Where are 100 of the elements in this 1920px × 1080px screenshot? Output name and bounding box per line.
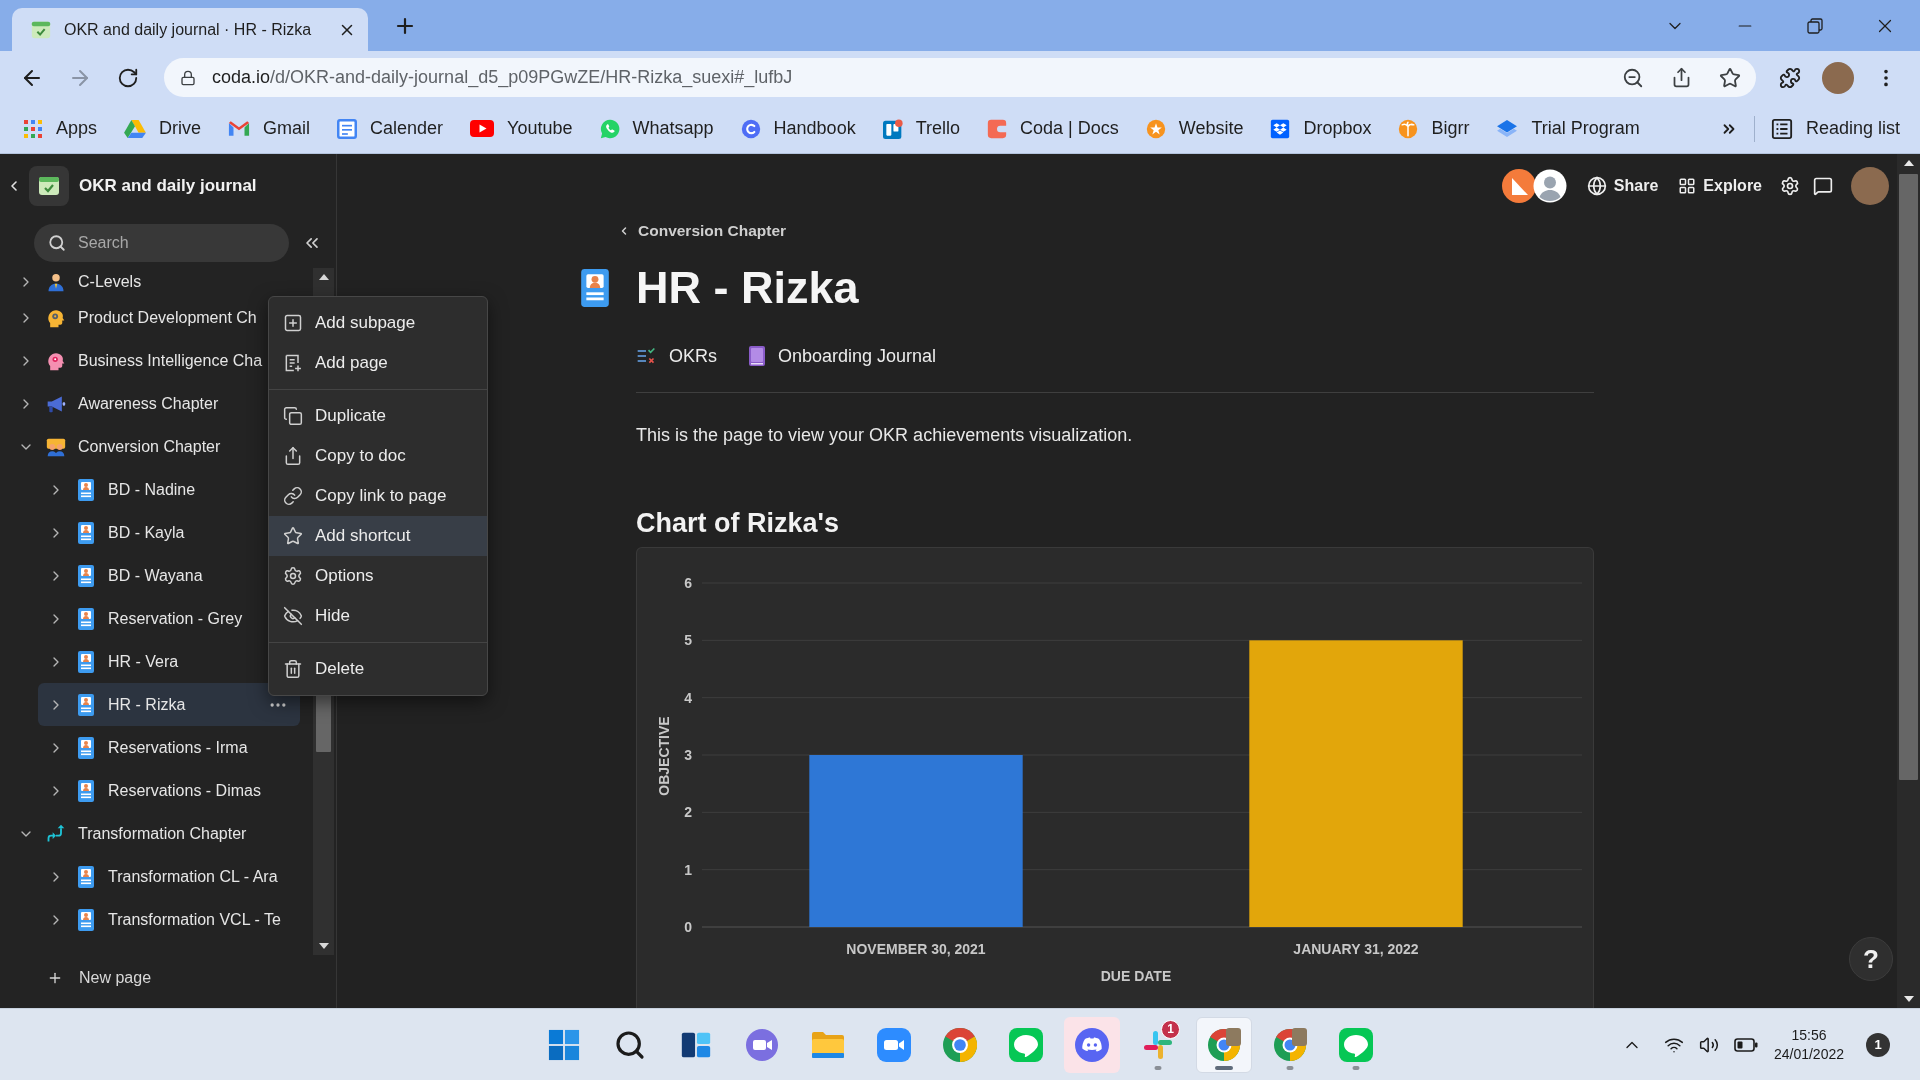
page-item[interactable]: Transformation CL - Ara [38,855,300,898]
reading-list-button[interactable]: Reading list [1770,117,1900,140]
doc-title: OKR and daily journal [79,176,257,196]
bookmark[interactable]: Dropbox [1270,111,1372,146]
calendar-icon [29,166,69,206]
scroll-down-icon [318,943,329,949]
trash-icon [283,659,303,679]
scroll-up-icon [318,274,329,280]
id-card-icon [78,521,94,544]
notification-badge: 1 [1161,1019,1180,1039]
star-badge-icon [1145,118,1166,139]
page-plus-icon [283,353,303,373]
subpage-link[interactable]: Onboarding Journal [749,345,937,367]
calendar-icon [337,118,358,139]
bookmark[interactable]: Website [1145,111,1244,146]
browser-profile-icon [1272,1026,1308,1063]
topbar-button[interactable]: Share [1586,170,1659,202]
lock-icon [180,69,196,86]
address-bar[interactable]: coda.io/d/OKR-and-daily-journal_d5_p09PGwZE/HR-Rizka_suexi#_lufbJ [164,58,1756,97]
chat-bubble-icon [1009,1027,1043,1062]
id-card-icon [78,865,94,888]
id-card-icon [78,478,94,501]
bookmark[interactable]: Gmail [228,111,311,146]
triangle-icon [124,118,147,139]
palm-tree-icon [1398,118,1419,139]
bookmark[interactable]: Apps [23,111,98,146]
x-tick-label: JANUARY 31, 2022 [1293,941,1419,957]
avatar-icon[interactable] [1851,167,1889,205]
y-tick-label: 5 [684,632,692,649]
people-icon [46,436,66,457]
menu-item[interactable]: Add shortcut [269,516,487,556]
page-item[interactable]: Transformation Chapter [8,812,300,855]
eye-off-icon [283,606,303,626]
topbar-button[interactable]: Explore [1678,170,1762,202]
bookmark[interactable]: Youtube [470,111,573,146]
bookmark[interactable]: Coda | Docs [987,111,1119,146]
page-item[interactable]: Reservations - Irma [38,726,300,769]
search-field[interactable]: Search [34,224,289,262]
subpage-link[interactable]: OKRs [636,345,717,367]
page-item[interactable]: Reservations - Dimas [38,769,300,812]
scrollbar-thumb[interactable] [1899,174,1918,780]
bookmark[interactable]: Drive [124,111,202,146]
page-item[interactable]: HR - Rizka [38,683,300,726]
puzzle-icon[interactable] [1779,66,1801,89]
browser-tab[interactable]: OKR and daily journal · HR - Rizka [12,8,368,51]
reading-list-icon [1770,117,1793,140]
bookmark[interactable]: Calender [337,111,444,146]
phone-bubble-icon [599,118,620,139]
taskbar-button[interactable]: 1 [1130,1016,1186,1073]
x-tick-label: NOVEMBER 30, 2021 [846,941,986,957]
link-icon [283,486,303,506]
zoom-out-icon[interactable] [1622,66,1644,89]
search-icon [48,234,66,252]
star-icon[interactable] [1719,66,1741,89]
page-item[interactable]: Transformation VCL - Te [38,898,300,941]
star-icon [283,526,303,546]
scroll-up-icon [1903,160,1914,166]
bookmark[interactable]: Trial Program [1496,111,1640,146]
bookmark[interactable]: Trello [882,111,960,146]
export-icon [283,446,303,466]
clock-time[interactable]: 15:56 [1791,1025,1827,1045]
restore-icon[interactable] [1807,17,1823,34]
play-icon [470,120,495,137]
intro-text: This is the page to view your OKR achievements visualization. [636,424,1133,447]
new-page-button[interactable]: New page [0,955,336,1008]
y-axis-title: OBJECTIVE [656,716,672,796]
page-item[interactable]: C-Levels [8,268,300,296]
section-heading: Chart of Rizka's [636,507,839,539]
dot-grid-icon [23,118,43,139]
video-camera-icon [877,1027,911,1062]
avatar-icon [1532,169,1567,203]
checklist-icon [636,346,656,366]
arrows-icon [46,823,66,844]
y-tick-label: 2 [684,804,692,821]
settings-icon[interactable] [1780,176,1800,196]
id-card-icon [580,269,610,307]
box-icon [1270,118,1291,139]
id-card-icon [78,650,94,673]
copy-icon [283,406,303,426]
help-button[interactable]: ? [1849,937,1893,981]
share-icon[interactable] [1671,67,1692,88]
layers-icon [1496,119,1519,138]
browser-profile-icon [1206,1026,1242,1063]
clock-date[interactable]: 24/01/2022 [1773,1044,1844,1064]
arc-circle-icon [740,118,761,139]
head-flower-icon [46,350,66,371]
battery-icon[interactable] [1733,1037,1758,1052]
comment-icon[interactable] [1813,176,1833,196]
notification-count[interactable]: 1 [1866,1032,1890,1057]
bookmark[interactable]: Whatsapp [599,111,714,146]
breadcrumb-link[interactable]: Conversion Chapter [618,218,787,244]
bookmark[interactable]: Bigrr [1398,111,1470,146]
search-icon [614,1028,646,1061]
scroll-down-icon [1903,996,1914,1002]
reload-icon[interactable] [117,66,139,89]
avatar-icon[interactable] [1822,61,1854,94]
globe-icon [1586,176,1607,196]
scrollbar[interactable] [1897,154,1920,1008]
id-card-icon [78,607,94,630]
bookmark[interactable]: Handbook [740,111,856,146]
